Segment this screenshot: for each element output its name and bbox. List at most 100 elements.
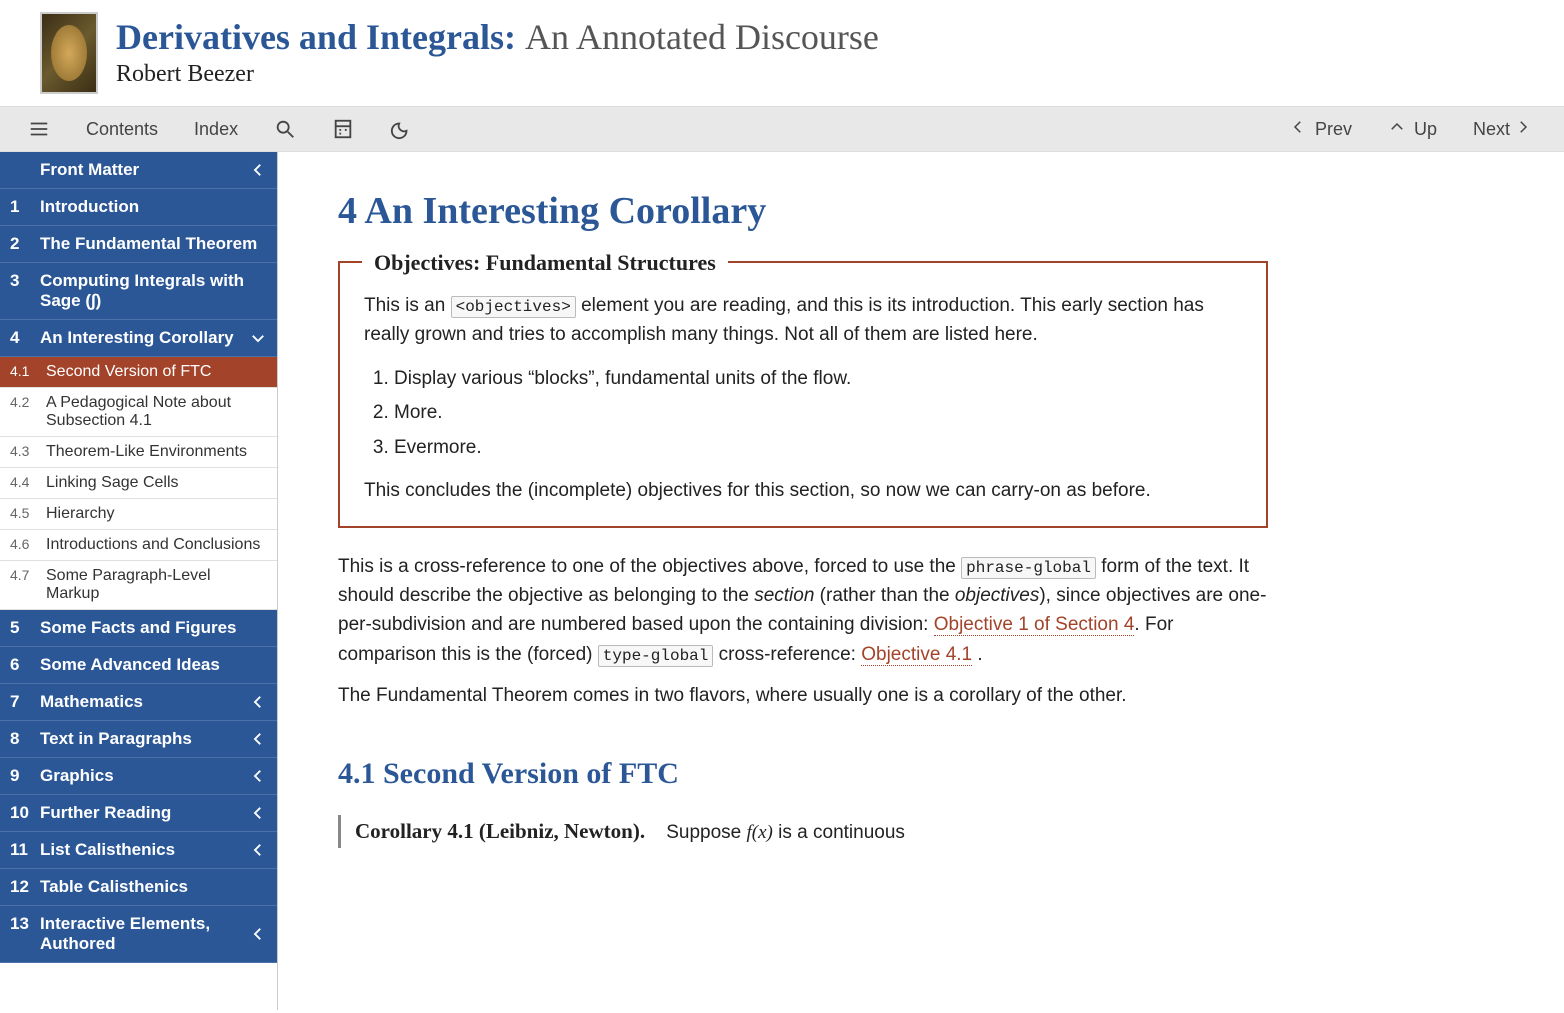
- toc-label: Graphics: [40, 766, 267, 786]
- toolbar: Contents Index Prev: [0, 106, 1564, 152]
- xref-objective-4-1[interactable]: Objective 4.1: [861, 644, 972, 666]
- objectives-title: Objectives: Fundamental Structures: [362, 246, 728, 280]
- toc-label: List Calisthenics: [40, 840, 267, 860]
- chevron-left-icon: [249, 767, 267, 785]
- toc-sub-4-1[interactable]: 4.1 Second Version of FTC: [0, 357, 277, 388]
- toc-label: Further Reading: [40, 803, 267, 823]
- toc-label: An Interesting Corollary: [40, 328, 267, 348]
- search-icon: [274, 118, 296, 140]
- toc-item-12[interactable]: 12Table Calisthenics: [0, 869, 277, 906]
- objectives-list: Display various “blocks”, fundamental un…: [394, 364, 1242, 462]
- chevron-right-icon: [1514, 118, 1536, 140]
- prev-label: Prev: [1315, 119, 1352, 140]
- chevron-left-icon: [249, 730, 267, 748]
- calculator-icon: [332, 118, 354, 140]
- objectives-intro: This is an <objectives> element you are …: [364, 291, 1242, 350]
- toc-item-6[interactable]: 6Some Advanced Ideas: [0, 647, 277, 684]
- objective-item: More.: [394, 398, 1242, 427]
- toc-sub-num: 4.7: [10, 567, 36, 603]
- em-section: section: [754, 585, 814, 606]
- toc-item-9[interactable]: 9 Graphics: [0, 758, 277, 795]
- toc-item-3[interactable]: 3Computing Integrals with Sage (∫): [0, 263, 277, 320]
- toc-sub-4-2[interactable]: 4.2 A Pedagogical Note about Subsection 4…: [0, 388, 277, 437]
- toc-num: 9: [10, 766, 30, 786]
- toc-sub-4-6[interactable]: 4.6Introductions and Conclusions: [0, 530, 277, 561]
- toc-item-4[interactable]: 4 An Interesting Corollary: [0, 320, 277, 357]
- section-heading: 4 An Interesting Corollary: [338, 182, 1268, 241]
- toc-sub-num: 4.2: [10, 394, 36, 430]
- toc-label: Mathematics: [40, 692, 267, 712]
- toc-item-5[interactable]: 5Some Facts and Figures: [0, 610, 277, 647]
- toc-num: 12: [10, 877, 30, 897]
- toc-label: Front Matter: [40, 160, 267, 180]
- toc-sidebar[interactable]: Front Matter 1 Introduction 2The Fundament…: [0, 152, 278, 1010]
- toc-item-11[interactable]: 11 List Calisthenics: [0, 832, 277, 869]
- toc-sub-label: Second Version of FTC: [46, 363, 267, 381]
- toc-sub-label: Linking Sage Cells: [46, 474, 267, 492]
- toc-num: 4: [10, 328, 30, 348]
- chevron-left-icon: [249, 804, 267, 822]
- toc-num: 1: [10, 197, 30, 217]
- contents-button[interactable]: Contents: [68, 106, 176, 152]
- moon-icon: [390, 118, 412, 140]
- toc-item-2[interactable]: 2The Fundamental Theorem: [0, 226, 277, 263]
- toc-num: 5: [10, 618, 30, 638]
- math-fx: f(x): [747, 822, 773, 843]
- chevron-left-icon: [1289, 118, 1311, 140]
- subsection-heading: 4.1 Second Version of FTC: [338, 751, 1268, 798]
- toc-sub-label: Introductions and Conclusions: [46, 536, 267, 554]
- toc-item-8[interactable]: 8 Text in Paragraphs: [0, 721, 277, 758]
- objectives-block: Objectives: Fundamental Structures This …: [338, 261, 1268, 528]
- toc-sub-label: Some Paragraph-Level Markup: [46, 567, 267, 603]
- objective-item: Evermore.: [394, 433, 1242, 462]
- book-cover-art: [51, 25, 87, 81]
- toc-num: 8: [10, 729, 30, 749]
- dark-mode-button[interactable]: [372, 106, 430, 152]
- toc-item-1[interactable]: 1 Introduction: [0, 189, 277, 226]
- toc-item-10[interactable]: 10 Further Reading: [0, 795, 277, 832]
- toc-sub-label: A Pedagogical Note about Subsection 4.1: [46, 394, 267, 430]
- toc-sub-num: 4.1: [10, 363, 36, 381]
- paragraph-ftc-flavors: The Fundamental Theorem comes in two fla…: [338, 681, 1268, 710]
- toc-item-13[interactable]: 13Interactive Elements, Authored: [0, 906, 277, 963]
- up-button[interactable]: Up: [1370, 106, 1455, 152]
- chevron-left-icon: [249, 841, 267, 859]
- paragraph-xref: This is a cross-reference to one of the …: [338, 552, 1268, 670]
- contents-label: Contents: [86, 119, 158, 140]
- next-button[interactable]: Next: [1455, 106, 1554, 152]
- toc-sub-num: 4.5: [10, 505, 36, 523]
- objectives-outro: This concludes the (incomplete) objectiv…: [364, 476, 1242, 505]
- hamburger-icon: [28, 118, 50, 140]
- toc-sub-4-4[interactable]: 4.4Linking Sage Cells: [0, 468, 277, 499]
- chevron-up-icon: [1388, 118, 1410, 140]
- xref-objective-1-section-4[interactable]: Objective 1 of Section 4: [934, 614, 1135, 636]
- toc-label: Computing Integrals with Sage (∫): [40, 271, 267, 311]
- body-row: Front Matter 1 Introduction 2The Fundament…: [0, 152, 1564, 1010]
- book-cover-thumbnail[interactable]: [40, 12, 98, 94]
- toc-label: Text in Paragraphs: [40, 729, 267, 749]
- toc-sub-4-3[interactable]: 4.3Theorem-Like Environments: [0, 437, 277, 468]
- toc-label: Introduction: [40, 197, 267, 217]
- toc-num: 10: [10, 803, 30, 823]
- index-button[interactable]: Index: [176, 106, 256, 152]
- page-title[interactable]: Derivatives and Integrals: An Annotated …: [116, 18, 879, 58]
- toc-num: 11: [10, 840, 30, 860]
- toc-item-7[interactable]: 7Mathematics: [0, 684, 277, 721]
- chevron-down-icon: [249, 329, 267, 347]
- toc-sub-num: 4.3: [10, 443, 36, 461]
- toc-sub-label: Hierarchy: [46, 505, 267, 523]
- chevron-left-icon: [249, 925, 267, 943]
- corollary-block: Corollary 4.1 (Leibniz, Newton). Suppose…: [338, 815, 1268, 848]
- author-name: Robert Beezer: [116, 61, 879, 88]
- up-label: Up: [1414, 119, 1437, 140]
- toc-sub-4-5[interactable]: 4.5 Hierarchy: [0, 499, 277, 530]
- toc-front-matter[interactable]: Front Matter: [0, 152, 277, 189]
- toc-sub-4-7[interactable]: 4.7 Some Paragraph-Level Markup: [0, 561, 277, 610]
- calc-button[interactable]: [314, 106, 372, 152]
- search-button[interactable]: [256, 106, 314, 152]
- em-objectives: objectives: [955, 585, 1040, 606]
- prev-button[interactable]: Prev: [1271, 106, 1370, 152]
- menu-button[interactable]: [10, 106, 68, 152]
- page-header: Derivatives and Integrals: An Annotated …: [0, 0, 1564, 106]
- chevron-left-icon: [249, 693, 267, 711]
